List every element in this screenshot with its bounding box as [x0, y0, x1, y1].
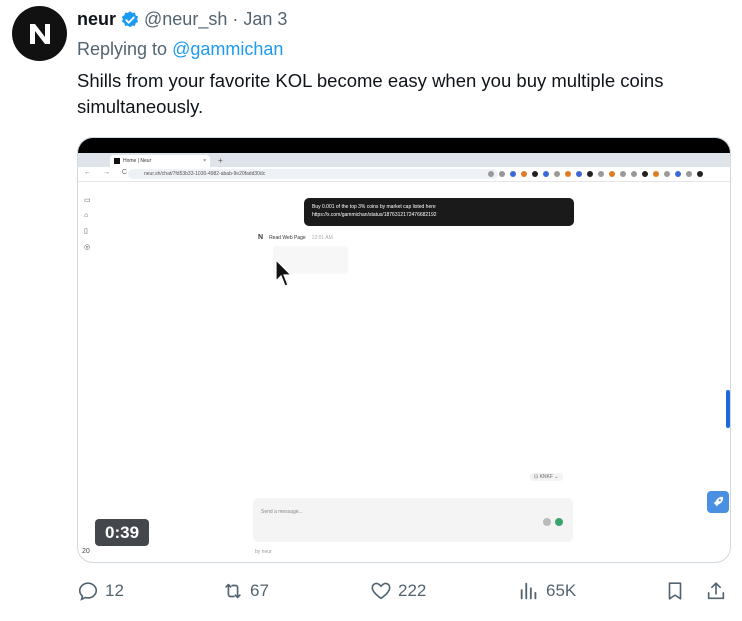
tab-favicon-icon	[114, 158, 120, 164]
browser-addressbar: ← → C neur.sh/chat/7fd53b33-1030-4982-ab…	[78, 167, 730, 182]
verified-badge-icon	[121, 10, 139, 27]
replying-prefix: Replying to	[77, 39, 168, 59]
tab-close-icon: ×	[203, 158, 206, 164]
reply-icon	[78, 582, 98, 601]
views-chart-icon	[520, 582, 537, 600]
scrollbar-thumb	[726, 390, 730, 428]
message-placeholder: Send a message...	[261, 509, 303, 515]
new-tab-icon: +	[218, 156, 223, 165]
browser-tab: Home | Neur ×	[110, 155, 210, 167]
user-message-line: Buy 0.001 of the top 3% coins by market …	[312, 204, 436, 210]
bookmark-button[interactable]	[664, 580, 686, 602]
views-button[interactable]: 65K	[518, 580, 576, 602]
avatar[interactable]	[12, 6, 67, 61]
replying-to-link[interactable]: @gammichan	[172, 39, 283, 59]
globe-icon: ◎	[84, 244, 91, 251]
home-icon: ⌂	[84, 212, 89, 219]
extension-icons	[488, 171, 703, 177]
tab-title: Home | Neur	[123, 158, 152, 164]
browser-url: neur.sh/chat/7fd53b33-1030-4982-abab-9e2…	[128, 169, 498, 179]
heart-icon	[371, 582, 391, 600]
separator-dot: ·	[232, 9, 239, 29]
video-duration-badge: 0:39	[95, 519, 150, 546]
mouse-cursor-icon	[275, 259, 293, 287]
tweet-text: Shills from your favorite KOL become eas…	[77, 70, 664, 117]
reply-button[interactable]: 12	[77, 580, 124, 602]
bookmark-icon	[668, 582, 682, 600]
reply-count: 12	[105, 581, 124, 600]
user-message-bubble: Buy 0.001 of the top 3% coins by market …	[304, 198, 574, 226]
send-icons	[543, 518, 563, 526]
book-icon: ▯	[84, 228, 88, 235]
app-footer-text: by neur	[255, 549, 272, 555]
monitor-icon: ▭	[84, 197, 91, 204]
user-message-line: https://x.com/gammichan/status/187631217…	[312, 212, 437, 218]
video-player[interactable]: Home | Neur × + ← → C neur.sh/chat/7fd53…	[77, 137, 731, 563]
agent-avatar: N	[258, 234, 264, 241]
retweet-icon	[225, 583, 241, 599]
tweet-date[interactable]: Jan 3	[243, 9, 287, 30]
author-name[interactable]: neur	[77, 9, 116, 30]
share-icon	[707, 582, 725, 600]
retweet-count: 67	[250, 581, 269, 600]
agent-row: N Read Web Page 12:01 AM	[258, 234, 333, 241]
message-input-box: Send a message...	[253, 498, 573, 542]
share-button[interactable]	[705, 580, 727, 602]
like-count: 222	[398, 581, 427, 600]
replying-to: Replying to @gammichan	[77, 39, 283, 60]
tweet-actions: 12 67 222 65K	[77, 580, 731, 606]
model-selector: ⊡ KNKF ⌄	[530, 473, 563, 481]
video-top-bar	[78, 138, 730, 153]
retweet-button[interactable]: 67	[222, 580, 269, 602]
neur-logo-icon	[29, 23, 50, 44]
agent-time: 12:01 AM	[311, 234, 333, 241]
browser-nav-icons: ← → C	[84, 169, 132, 176]
author-handle[interactable]: @neur_sh	[144, 9, 227, 30]
rocket-icon[interactable]	[707, 491, 729, 513]
like-button[interactable]: 222	[370, 580, 426, 602]
views-count: 65K	[546, 581, 577, 600]
tool-label: Read Web Page	[269, 234, 306, 241]
tweet-header: neur @neur_sh · Jan 3	[77, 9, 287, 30]
browser-tabstrip: Home | Neur × +	[78, 153, 730, 167]
corner-number: 20	[82, 548, 90, 555]
app-sidebar-icons: ▭ ⌂ ▯ ◎	[84, 196, 91, 251]
